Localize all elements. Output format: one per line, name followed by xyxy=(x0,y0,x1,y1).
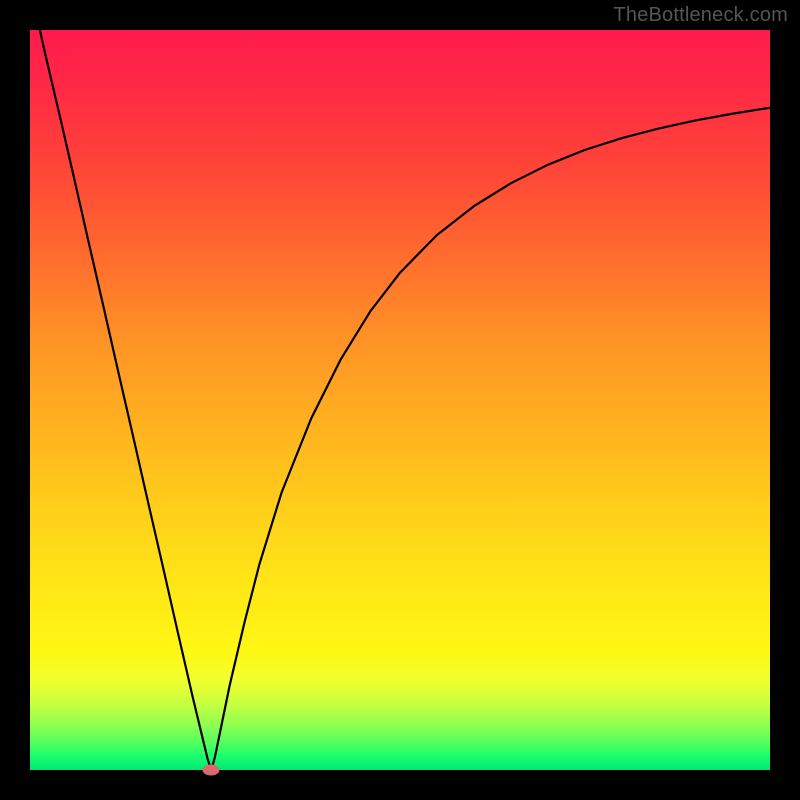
plot-area xyxy=(30,30,770,770)
optimal-point-marker xyxy=(203,765,220,776)
chart-frame: TheBottleneck.com xyxy=(0,0,800,800)
bottleneck-curve xyxy=(30,30,770,770)
curve-path xyxy=(30,30,770,770)
watermark-text: TheBottleneck.com xyxy=(613,4,788,27)
